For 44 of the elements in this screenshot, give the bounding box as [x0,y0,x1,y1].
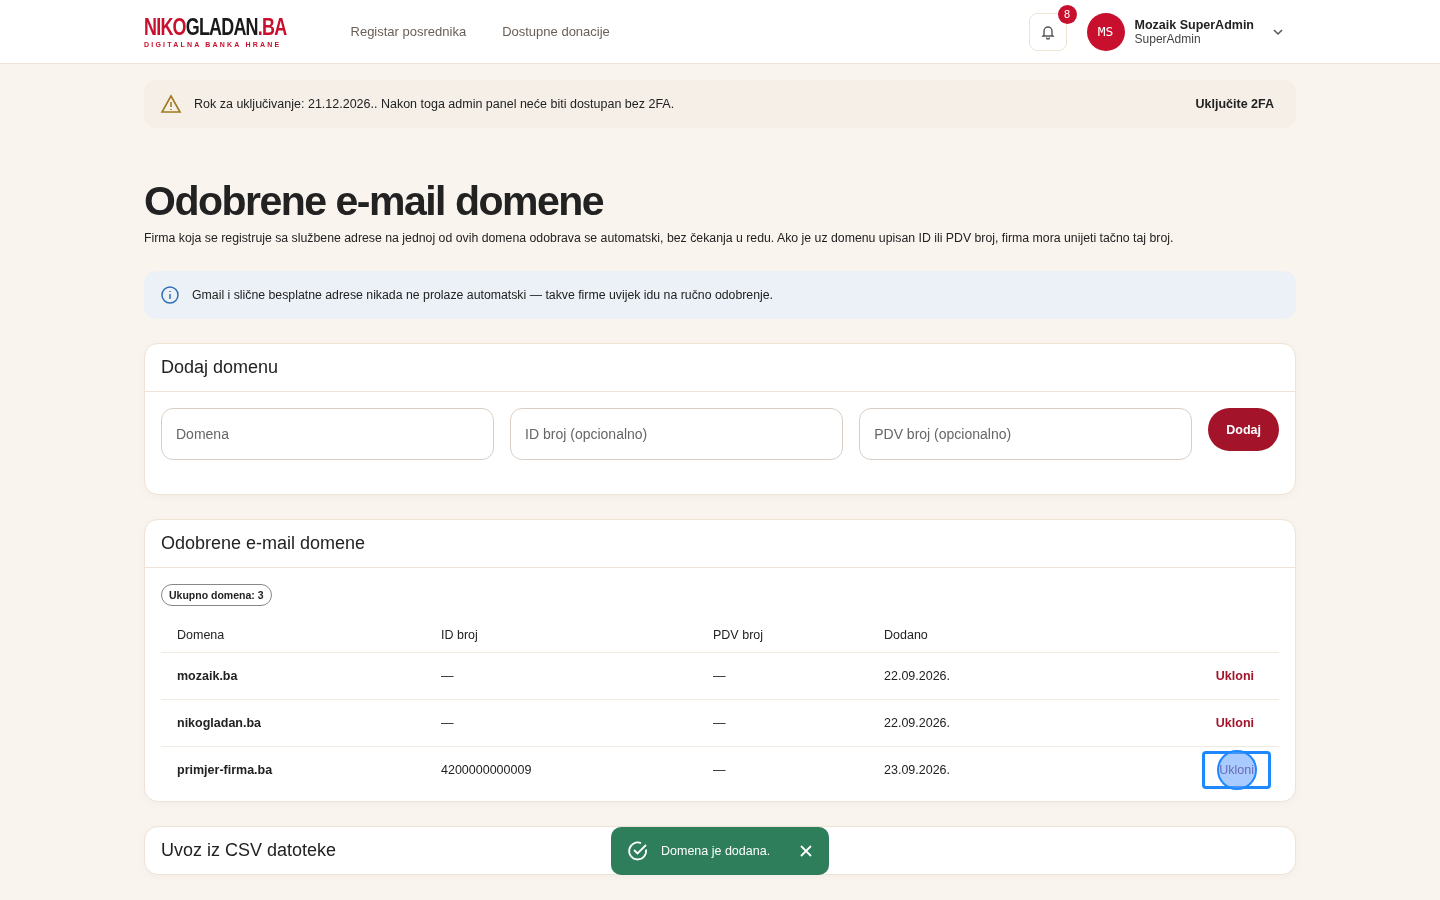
remove-button[interactable]: Ukloni [1198,657,1271,695]
card-title: Uvoz iz CSV datoteke [160,839,338,862]
warning-icon [160,94,182,114]
info-icon [160,285,180,305]
table-cell: — [425,652,697,700]
column-header: Domena [161,616,425,653]
card-title: Odobrene e-mail domene [145,520,1295,568]
table-cell: — [425,699,697,747]
page-description: Firma koja se registruje sa službene adrese na jednoj od ovih domena odobrava se automatski, bez čekanja u redu. Ako je uz domenu upisan ID ili PDV broj, firma mora unijeti tačno taj broj. [144,231,1175,245]
user-name: Mozaik SuperAdmin [1134,17,1254,32]
enable-2fa-link[interactable]: Uključite 2FA [1195,97,1274,111]
card-title: Dodaj domenu [145,344,1295,392]
table-cell: — [697,699,868,747]
bell-icon [1039,23,1056,40]
domain-cell: nikogladan.ba [161,699,425,747]
table-cell: — [697,652,868,700]
input-field[interactable]: Domena [161,408,495,460]
warning-text: Rok za uključivanje: 21.12.2026.. Nakon toga admin panel neće biti dostupan bez 2FA. [194,97,675,111]
column-header: ID broj [425,616,697,653]
table-cell: 23.09.2026. [868,746,1095,793]
remove-button[interactable]: Ukloni [1198,704,1271,742]
input-field[interactable]: PDV broj (opcionalno) [859,408,1193,460]
nav-link[interactable]: Registar posrednika [350,24,467,39]
add-button[interactable]: Dodaj [1208,408,1279,451]
nav-link[interactable]: Dostupne donacije [502,24,610,39]
column-header: PDV broj [697,616,868,653]
notification-count: 8 [1057,4,1077,24]
user-role: SuperAdmin [1134,31,1201,46]
input-field[interactable]: ID broj (opcionalno) [510,408,844,460]
table-cell: — [697,746,868,793]
check-circle-icon [627,840,649,862]
info-text: Gmail i slične besplatne adrese nikada ne prolaze automatski — takve firme uvijek idu na ručno odobrenje. [192,288,773,302]
column-header: Dodano [868,616,1095,653]
chevron-down-icon[interactable] [1272,27,1284,36]
user-avatar: MS [1086,12,1125,51]
domain-cell: primjer-firma.ba [161,746,425,793]
toast-message: Domena je dodana. [661,844,771,858]
close-icon[interactable] [799,844,813,858]
click-indicator [1216,750,1257,790]
table-cell: 22.09.2026. [868,652,1095,700]
table-cell: 22.09.2026. [868,699,1095,747]
table-cell: 4200000000009 [425,746,697,793]
domain-cell: mozaik.ba [161,652,425,700]
page-title: Odobrene e-mail domene [144,178,605,225]
